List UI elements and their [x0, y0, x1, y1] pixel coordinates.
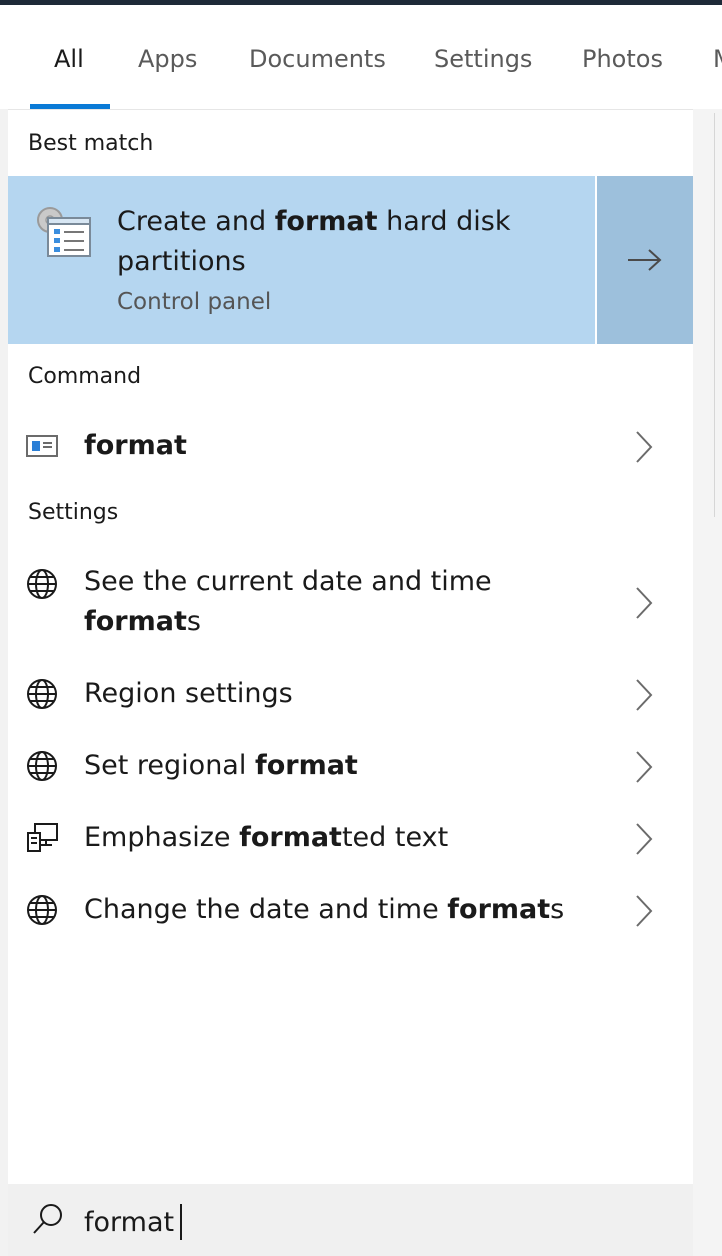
tab-documents[interactable]: Documents: [249, 45, 386, 73]
settings-result-label: Set regional format: [84, 750, 358, 781]
globe-icon: [26, 750, 58, 786]
tab-settings[interactable]: Settings: [434, 45, 532, 73]
section-header-best-match: Best match: [28, 131, 154, 156]
best-match-subtitle: Control panel: [117, 289, 272, 315]
search-input[interactable]: [84, 1202, 644, 1242]
arrow-right-icon: [628, 249, 662, 271]
settings-result-label: Emphasize formatted text: [84, 822, 449, 853]
tab-all[interactable]: All: [54, 45, 84, 73]
chevron-right-icon: [634, 894, 654, 932]
best-match-title: Create and format hard disk partitions: [117, 206, 511, 277]
settings-result-change-date-time-formats[interactable]: Change the date and time formats: [8, 884, 693, 936]
command-result-format[interactable]: format: [8, 420, 693, 472]
settings-result-region-settings[interactable]: Region settings: [8, 668, 693, 720]
text-cursor: [180, 1204, 182, 1240]
accessibility-display-icon: [26, 822, 60, 858]
search-box[interactable]: [8, 1184, 693, 1256]
tab-photos[interactable]: Photos: [582, 45, 663, 73]
tab-more[interactable]: M: [713, 45, 722, 73]
chevron-right-icon: [634, 750, 654, 788]
preview-pane-edge: [693, 5, 722, 1256]
disk-management-icon: [32, 204, 96, 272]
section-header-command: Command: [28, 364, 142, 389]
settings-result-label: See the current date and time formats: [84, 566, 492, 637]
tab-apps[interactable]: Apps: [138, 45, 197, 73]
best-match-result[interactable]: Create and format hard disk partitions C…: [8, 176, 595, 344]
tabs-divider: [8, 109, 693, 110]
best-match-expand-button[interactable]: [597, 176, 693, 344]
chevron-right-icon: [634, 586, 654, 624]
search-icon: [32, 1202, 64, 1240]
command-result-label: format: [84, 430, 187, 461]
chevron-right-icon: [634, 430, 654, 468]
settings-result-label: Change the date and time formats: [84, 894, 565, 925]
settings-result-emphasize-formatted-text[interactable]: Emphasize formatted text: [8, 812, 693, 864]
section-header-settings: Settings: [28, 500, 119, 525]
search-filter-tabs: All Apps Documents Settings Photos M: [0, 5, 722, 109]
settings-result-date-time-formats[interactable]: See the current date and time formats: [8, 560, 693, 648]
globe-icon: [26, 568, 58, 604]
command-prompt-icon: [26, 434, 60, 462]
chevron-right-icon: [634, 678, 654, 716]
settings-result-set-regional-format[interactable]: Set regional format: [8, 740, 693, 792]
globe-icon: [26, 894, 58, 930]
globe-icon: [26, 678, 58, 714]
settings-result-label: Region settings: [84, 678, 293, 709]
chevron-right-icon: [634, 822, 654, 860]
